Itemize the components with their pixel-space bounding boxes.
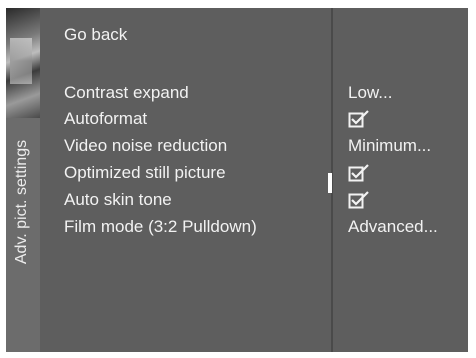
selection-cursor	[328, 173, 332, 193]
checkbox-checked-icon[interactable]	[348, 109, 370, 129]
menu-title: Adv. pict. settings	[13, 139, 30, 265]
picture-thumbnail	[6, 8, 40, 118]
contrast-expand-value[interactable]: Low...	[348, 82, 392, 104]
side-strip: Adv. pict. settings	[6, 8, 40, 352]
video-noise-reduction-value[interactable]: Minimum...	[348, 135, 431, 157]
film-mode-value[interactable]: Advanced...	[348, 216, 438, 238]
menu-item-autoformat[interactable]: Autoformat	[64, 108, 147, 130]
checkbox-checked-icon[interactable]	[348, 190, 370, 210]
checkbox-checked-icon[interactable]	[348, 163, 370, 183]
menu-item-contrast-expand[interactable]: Contrast expand	[64, 82, 189, 104]
menu-item-video-noise-reduction[interactable]: Video noise reduction	[64, 135, 227, 157]
go-back-button[interactable]: Go back	[64, 24, 127, 46]
menu-item-film-mode[interactable]: Film mode (3:2 Pulldown)	[64, 216, 257, 238]
screen: Adv. pict. settings Go back Contrast exp…	[0, 0, 476, 358]
advanced-picture-settings-menu: Adv. pict. settings Go back Contrast exp…	[6, 8, 468, 352]
menu-item-auto-skin-tone[interactable]: Auto skin tone	[64, 189, 172, 211]
menu-item-optimized-still-picture[interactable]: Optimized still picture	[64, 162, 226, 184]
